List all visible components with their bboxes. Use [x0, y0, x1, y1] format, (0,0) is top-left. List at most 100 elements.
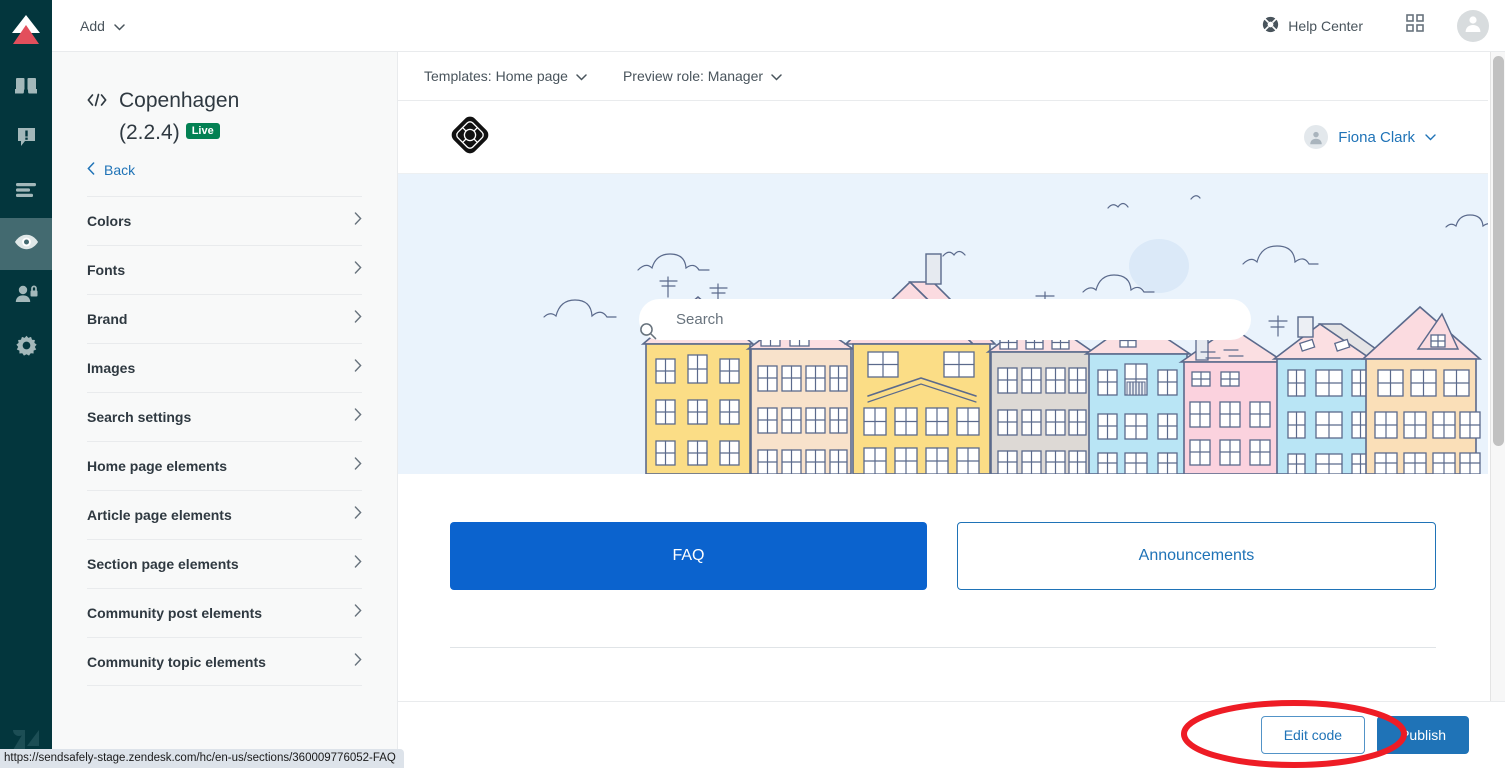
chevron-right-icon: [354, 359, 362, 377]
sidebar-item-announcements[interactable]: [0, 114, 52, 166]
theme-settings-sidebar: Copenhagen (2.2.4) Live Back Colors Fonts: [52, 52, 398, 768]
chevron-right-icon: [354, 555, 362, 573]
menu-item-label: Section page elements: [87, 556, 239, 572]
preview-role-selector[interactable]: Preview role: Manager: [623, 68, 782, 84]
hero-banner: .ln { fill:none; stroke:#5b6a8c; stroke-…: [398, 174, 1488, 474]
theme-version-text: (2.2.4): [119, 121, 180, 144]
home-page-blocks: FAQ Announcements: [398, 474, 1488, 590]
primary-nav-rail: [0, 0, 52, 768]
chevron-right-icon: [354, 506, 362, 524]
chevron-down-icon: [114, 18, 125, 34]
sidebar-item-customize-design[interactable]: [0, 218, 52, 270]
announcements-block-label: Announcements: [1138, 547, 1255, 564]
menu-item-label: Search settings: [87, 409, 192, 425]
sidebar-item-fonts[interactable]: Fonts: [87, 245, 362, 294]
menu-item-label: Community topic elements: [87, 653, 266, 670]
preview-role-label: Preview role: Manager: [622, 68, 764, 84]
menu-item-label: Images: [87, 360, 136, 376]
grid-apps-icon: [1406, 14, 1424, 37]
preview-scrollbar-track[interactable]: [1490, 52, 1505, 701]
lifebuoy-icon: [1262, 16, 1279, 36]
user-name-label: Fiona Clark: [1338, 128, 1415, 146]
sidebar-item-settings[interactable]: [0, 322, 52, 374]
user-avatar-icon: [1463, 13, 1483, 38]
theme-title-block: Copenhagen (2.2.4) Live: [87, 85, 362, 149]
zendesk-arrow-logo-icon[interactable]: [0, 8, 52, 50]
content-divider: [450, 647, 1436, 648]
help-center-header: Fiona Clark: [398, 101, 1488, 174]
sidebar-item-home-page-elements[interactable]: Home page elements: [87, 441, 362, 490]
chevron-right-icon: [354, 457, 362, 475]
sidebar-item-knowledge-base[interactable]: [0, 62, 52, 114]
chevron-right-icon: [354, 261, 362, 279]
announcements-block-button[interactable]: Announcements: [957, 522, 1436, 590]
help-center-user-menu[interactable]: Fiona Clark: [1304, 125, 1436, 149]
faq-block-button[interactable]: FAQ: [450, 522, 927, 590]
menu-item-label: Colors: [87, 213, 132, 229]
chevron-down-icon: [1425, 128, 1436, 146]
menu-item-label: Brand: [87, 311, 128, 327]
chevron-right-icon: [354, 310, 362, 328]
chevron-left-icon: [87, 162, 95, 178]
sidebar-item-images[interactable]: Images: [87, 343, 362, 392]
sidebar-item-colors[interactable]: Colors: [87, 196, 362, 245]
sidebar-item-article-page-elements[interactable]: Article page elements: [87, 490, 362, 539]
publish-button[interactable]: Publish: [1377, 716, 1469, 754]
template-selector-label: Templates: Home page: [424, 68, 568, 84]
edit-code-button[interactable]: Edit code: [1260, 716, 1366, 754]
status-badge: Live: [185, 123, 220, 139]
page-title: Copenhagen (2.2.4) Live: [119, 85, 239, 149]
back-label: Back: [104, 162, 136, 178]
sidebar-item-community-topic-elements[interactable]: Community topic elements: [87, 637, 362, 686]
announcement-icon: [16, 127, 37, 153]
top-bar-right-group: Help Center: [1262, 9, 1505, 42]
search-bar-container: Search: [639, 299, 1251, 340]
brand-logo-icon[interactable]: [450, 115, 490, 160]
search-input[interactable]: Search: [639, 299, 1251, 340]
sidebar-item-arrange-content[interactable]: [0, 166, 52, 218]
gear-icon: [15, 335, 37, 361]
preview-toolbar: Templates: Home page Preview role: Manag…: [398, 52, 1505, 100]
sidebar-item-section-page-elements[interactable]: Section page elements: [87, 539, 362, 588]
chevron-right-icon: [354, 652, 362, 671]
user-avatar-button[interactable]: [1457, 9, 1489, 42]
menu-item-label: Home page elements: [87, 458, 228, 474]
help-center-label: Help Center: [1288, 17, 1363, 34]
user-lock-icon: [15, 285, 38, 308]
guide-book-icon: [13, 76, 39, 101]
chevron-right-icon: [354, 604, 362, 622]
app-root: Add Help Center Copenhagen (2.2.4) Live …: [0, 0, 1505, 768]
code-brackets-icon: [87, 93, 107, 112]
status-bar-url: https://sendsafely-stage.zendesk.com/hc/…: [0, 749, 404, 768]
add-menu-label: Add: [80, 17, 105, 34]
menu-item-label: Article page elements: [87, 507, 232, 523]
sidebar-item-search-settings[interactable]: Search settings: [87, 392, 362, 441]
chevron-down-icon: [576, 68, 587, 84]
list-lines-icon: [15, 182, 37, 203]
chevron-down-icon: [771, 68, 782, 84]
top-bar: Add Help Center: [52, 0, 1505, 52]
edit-code-label: Edit code: [1283, 727, 1343, 743]
user-avatar-icon: [1304, 125, 1329, 149]
rail-item-list: [0, 62, 52, 374]
sidebar-item-user-permissions[interactable]: [0, 270, 52, 322]
help-center-preview-frame: Fiona Clark .ln { fill:none; stroke:#5b6…: [398, 100, 1488, 745]
apps-grid-button[interactable]: [1399, 10, 1431, 42]
sidebar-item-community-post-elements[interactable]: Community post elements: [87, 588, 362, 637]
chevron-right-icon: [354, 408, 362, 426]
theme-preview-pane: Templates: Home page Preview role: Manag…: [398, 52, 1505, 768]
action-bar: Edit code Publish: [398, 701, 1505, 768]
search-placeholder-text: Search: [676, 311, 724, 328]
sidebar-item-brand[interactable]: Brand: [87, 294, 362, 343]
preview-scrollbar-thumb[interactable]: [1493, 56, 1504, 446]
back-button[interactable]: Back: [87, 162, 362, 178]
add-menu-button[interactable]: Add: [80, 18, 125, 34]
eye-icon: [14, 234, 39, 255]
faq-block-label: FAQ: [672, 547, 705, 564]
help-center-button[interactable]: Help Center: [1262, 16, 1363, 36]
theme-settings-menu: Colors Fonts Brand Images Search setting…: [87, 196, 362, 686]
template-selector[interactable]: Templates: Home page: [424, 68, 587, 84]
chevron-right-icon: [354, 212, 362, 230]
menu-item-label: Community post elements: [87, 605, 263, 621]
menu-item-label: Fonts: [87, 262, 126, 278]
